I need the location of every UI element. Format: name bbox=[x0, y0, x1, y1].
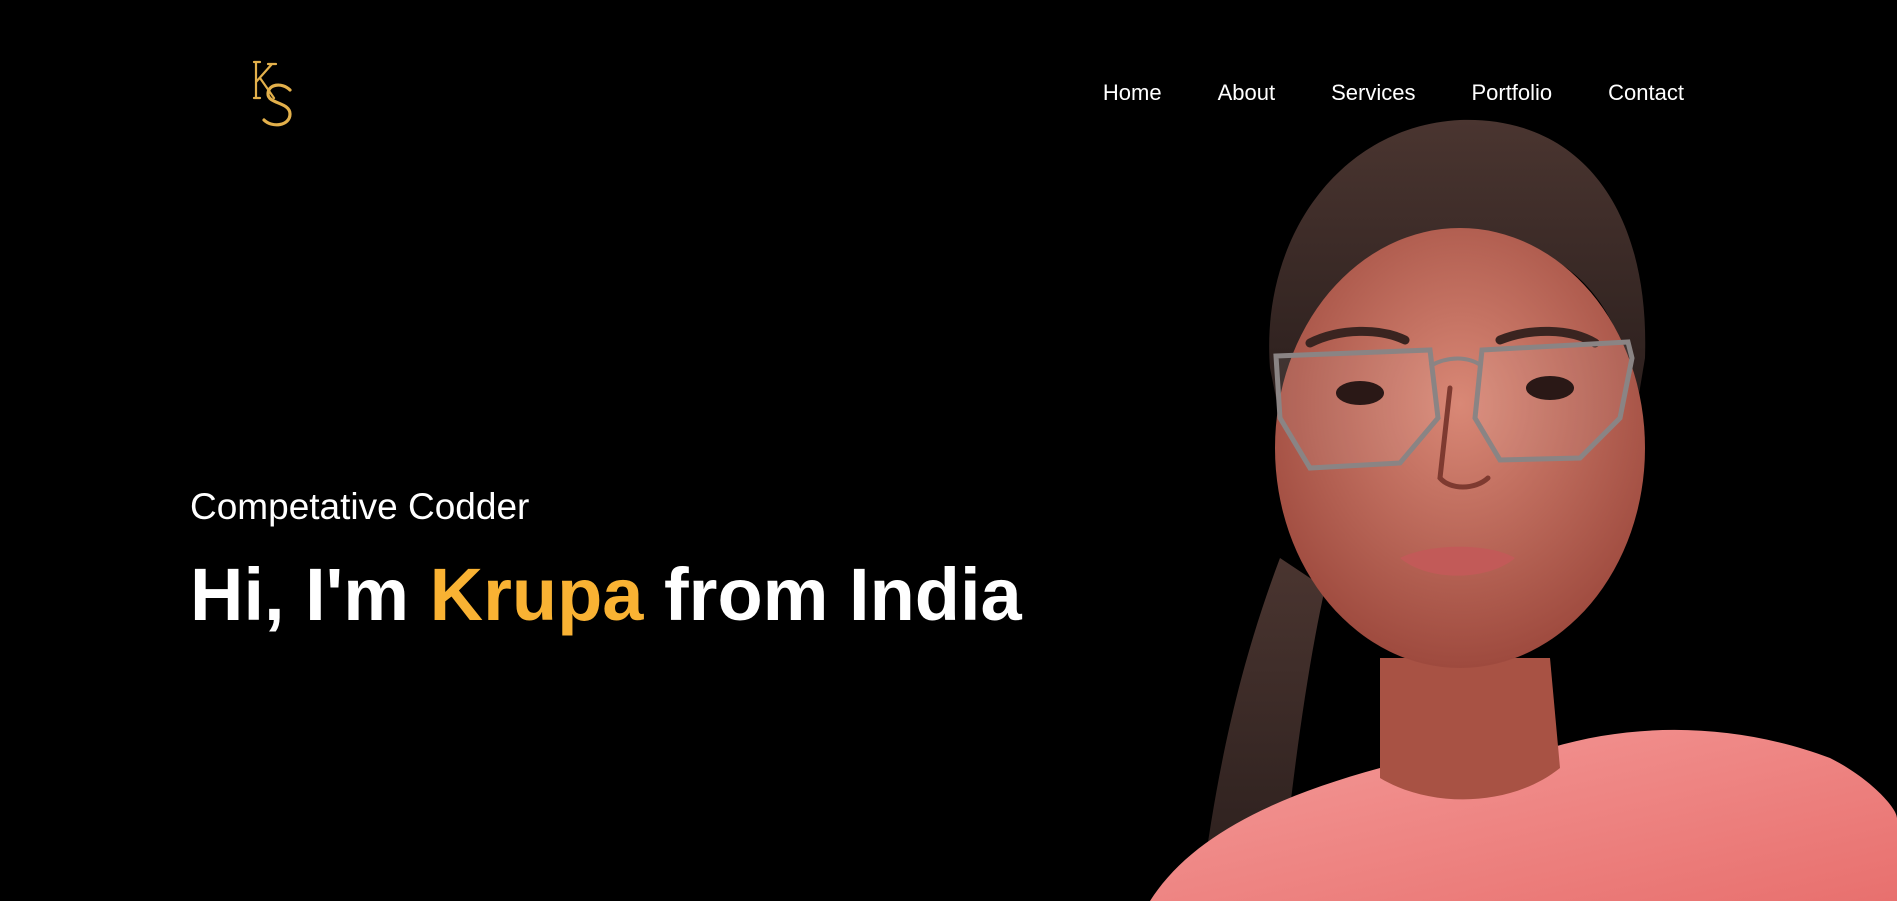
neck-shape bbox=[1380, 658, 1560, 800]
headline-prefix: Hi, I'm bbox=[190, 553, 430, 636]
hero-headline: Hi, I'm Krupa from India bbox=[190, 553, 1022, 637]
nav-about[interactable]: About bbox=[1218, 80, 1276, 106]
hero-section: Competative Codder Hi, I'm Krupa from In… bbox=[190, 485, 1022, 637]
portrait-image bbox=[1150, 119, 1897, 901]
nav-portfolio[interactable]: Portfolio bbox=[1471, 80, 1552, 106]
logo[interactable] bbox=[250, 58, 302, 130]
nav-contact[interactable]: Contact bbox=[1608, 80, 1684, 106]
headline-name: Krupa bbox=[429, 553, 644, 636]
profile-portrait bbox=[1130, 118, 1897, 901]
page: Home About Services Portfolio Contact Co… bbox=[0, 0, 1897, 901]
nav-services[interactable]: Services bbox=[1331, 80, 1415, 106]
main-nav: Home About Services Portfolio Contact bbox=[1103, 78, 1684, 108]
hero-subtitle: Competative Codder bbox=[190, 486, 530, 527]
nav-home[interactable]: Home bbox=[1103, 80, 1162, 106]
logo-monogram-icon bbox=[252, 60, 292, 127]
headline-suffix: from India bbox=[643, 553, 1022, 636]
